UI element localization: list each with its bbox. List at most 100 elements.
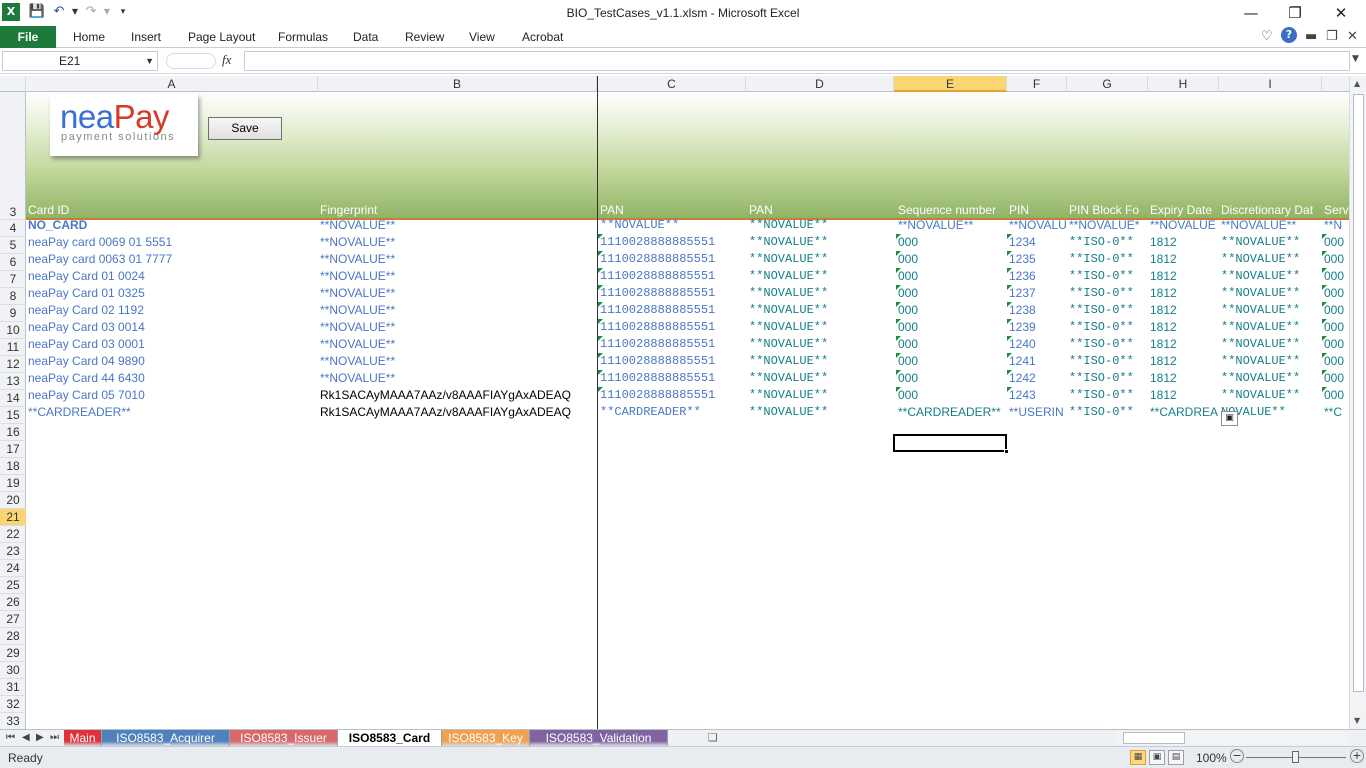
column-title-cell[interactable]: PIN Block Fo [1069,203,1149,217]
grid-cell[interactable]: 000 [898,336,1007,353]
row-header[interactable]: 10 [0,322,26,339]
grid-cell[interactable]: 1237 [1009,285,1067,302]
column-header[interactable] [1322,76,1349,92]
fill-handle[interactable] [1004,449,1009,454]
expand-formula-bar-icon[interactable]: ▼ [1352,54,1359,64]
restore-button[interactable]: ❐ [1272,0,1318,26]
grid-cell[interactable]: **NOVALUE** [320,353,598,370]
row-header[interactable]: 15 [0,407,26,424]
grid-cell[interactable]: **NOVALUE** [749,217,895,234]
grid-cell[interactable]: 1812 [1150,387,1220,404]
grid-cell[interactable]: 1812 [1150,319,1220,336]
last-sheet-icon[interactable]: ⏭ [50,730,59,746]
grid-cell[interactable]: **NOVALUE** [749,302,895,319]
column-title-cell[interactable]: Discretionary Dat [1221,203,1321,217]
column-header-selected[interactable]: E [894,76,1007,92]
grid-cell[interactable]: neaPay Card 04 9890 [28,353,318,370]
grid-cell[interactable]: 1812 [1150,234,1220,251]
grid-cell[interactable]: **NOVALUE** [320,251,598,268]
grid-cell[interactable]: 1812 [1150,285,1220,302]
name-box[interactable]: E21 ▼ [2,51,158,71]
grid-cell[interactable]: **NOVALUE** [749,319,895,336]
grid-cell[interactable]: **NOVALUE** [1221,234,1321,251]
grid-cell[interactable]: 1236 [1009,268,1067,285]
grid-cell[interactable]: **ISO-0** [1069,268,1149,285]
grid-cell[interactable]: 000 [1324,251,1349,268]
grid-cell[interactable]: **ISO-0** [1069,370,1149,387]
vertical-scrollbar[interactable]: ▲ ▼ [1349,76,1366,729]
grid-cell[interactable]: neaPay card 0069 01 5551 [28,234,318,251]
file-tab[interactable]: File [0,26,56,48]
column-title-cell[interactable]: Card ID [28,203,318,217]
grid-cell[interactable]: **NOVALUE** [749,404,895,421]
grid-cell[interactable]: 1812 [1150,268,1220,285]
grid-cell[interactable]: 1110028888885551 [600,285,746,302]
grid-cell[interactable]: **NOVALUE** [749,387,895,404]
prev-sheet-icon[interactable]: ◀ [22,730,30,746]
minimize-ribbon-icon[interactable]: ♡ [1261,29,1273,44]
minimize-button[interactable]: — [1228,0,1274,26]
grid-cell[interactable]: 1110028888885551 [600,234,746,251]
grid-cell[interactable]: 000 [1324,353,1349,370]
row-header[interactable]: 17 [0,441,26,458]
grid-cell[interactable]: **NOVALUE** [1221,319,1321,336]
chevron-down-icon[interactable]: ▼ [145,52,154,70]
grid-cell[interactable]: 1238 [1009,302,1067,319]
grid-cell[interactable]: 000 [1324,302,1349,319]
grid-cell[interactable]: 000 [1324,370,1349,387]
grid-cell[interactable]: **CARDREADER** [898,404,1007,421]
column-title-cell[interactable]: Fingerprint [320,203,598,217]
sheet-tab-iso8583-acquirer[interactable]: ISO8583_Acquirer [102,730,230,746]
row-header[interactable]: 3 [0,92,26,220]
grid-cell[interactable]: 1110028888885551 [600,336,746,353]
grid-cell[interactable]: **NOVALUE** [749,234,895,251]
save-button[interactable]: Save [208,117,282,140]
zoom-out-button[interactable]: − [1230,749,1244,763]
grid-cell[interactable]: **NOVALUE** [1221,387,1321,404]
column-title-cell[interactable]: PIN [1009,203,1067,217]
grid-cell[interactable]: **NOVALUE** [1221,285,1321,302]
grid-cell[interactable]: **ISO-0** [1069,251,1149,268]
grid-cell[interactable]: **NOVALUE** [320,319,598,336]
grid-cell[interactable]: 000 [1324,268,1349,285]
grid-cell[interactable]: 1812 [1150,251,1220,268]
grid-cell[interactable]: **NOVALUE** [749,353,895,370]
next-sheet-icon[interactable]: ▶ [36,730,44,746]
row-header[interactable]: 4 [0,220,26,237]
grid-cell[interactable]: **ISO-0** [1069,404,1149,421]
grid-cell[interactable]: NO_CARD [28,217,318,234]
tab-formulas[interactable]: Formulas [278,30,328,44]
grid-cell[interactable]: 1110028888885551 [600,387,746,404]
worksheet-grid[interactable]: A B C D E F G H I 3 4 5 6 7 8 9 10 11 12 13 14 15 16 1… [0,76,1349,729]
row-header[interactable]: 7 [0,271,26,288]
select-all-corner[interactable] [0,76,26,92]
grid-cell[interactable]: 1235 [1009,251,1067,268]
grid-cell[interactable]: 1812 [1150,370,1220,387]
sheet-tab-iso8583-card[interactable]: ISO8583_Card [338,730,442,746]
row-header[interactable]: 22 [0,526,26,543]
row-header[interactable]: 26 [0,594,26,611]
grid-cell[interactable]: **ISO-0** [1069,319,1149,336]
grid-cell[interactable]: **NOVALUE** [1221,268,1321,285]
tab-page-layout[interactable]: Page Layout [188,30,255,44]
tab-review[interactable]: Review [405,30,444,44]
grid-cell[interactable]: **ISO-0** [1069,353,1149,370]
column-header[interactable]: I [1219,76,1322,92]
grid-cell[interactable]: neaPay Card 44 6430 [28,370,318,387]
column-title-cell[interactable]: PAN [600,203,746,217]
insert-sheet-icon[interactable]: ❏ [708,731,718,744]
grid-cell[interactable]: 1110028888885551 [600,319,746,336]
page-break-view-button[interactable]: ▤ [1168,750,1184,765]
grid-cell[interactable]: **NOVALUE** [1221,251,1321,268]
grid-cell[interactable]: neaPay Card 03 0001 [28,336,318,353]
insert-function-icon[interactable]: fx [222,52,231,68]
row-header[interactable]: 5 [0,237,26,254]
grid-cell[interactable]: 1110028888885551 [600,302,746,319]
page-layout-view-button[interactable]: ▣ [1149,750,1165,765]
grid-cell[interactable]: **NOVALUE** [320,268,598,285]
tab-view[interactable]: View [469,30,495,44]
grid-cell[interactable]: **C [1324,404,1349,421]
grid-cell[interactable]: 1234 [1009,234,1067,251]
grid-cell[interactable]: **NOVALUE** [320,302,598,319]
row-header[interactable]: 6 [0,254,26,271]
